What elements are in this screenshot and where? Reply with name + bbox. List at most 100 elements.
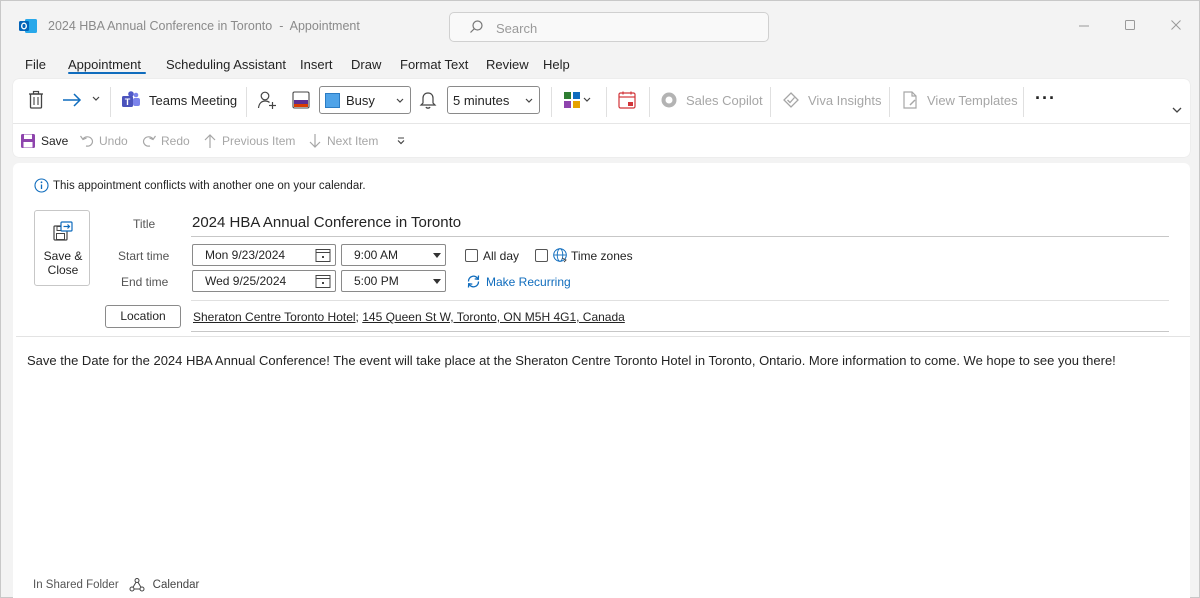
save-close-button[interactable]: Save & Close [34, 210, 90, 286]
folder-name[interactable]: Calendar [153, 579, 200, 591]
next-item-label: Next Item [327, 134, 379, 148]
redo-icon [143, 135, 156, 147]
search-box[interactable]: Search [449, 12, 769, 42]
save-label: Save [41, 134, 69, 148]
ribbon-separator [770, 87, 771, 117]
conflict-infobar: This appointment conflicts with another … [34, 178, 366, 193]
save-close-icon [53, 221, 73, 241]
teams-meeting-label: Teams Meeting [149, 92, 238, 108]
close-button[interactable] [1166, 15, 1186, 35]
invite-attendees-button[interactable] [257, 90, 277, 110]
globe-icon [553, 248, 567, 263]
apps-grid-icon [564, 92, 591, 108]
ribbon-divider [13, 123, 1190, 124]
menu-review[interactable]: Review [486, 57, 529, 72]
recurring-icon [467, 275, 480, 288]
location-name-link[interactable]: Sheraton Centre Toronto Hotel [193, 310, 356, 324]
previous-item-button[interactable]: Previous Item [203, 133, 295, 149]
location-input[interactable]: Sheraton Centre Toronto Hotel; 145 Queen… [193, 310, 625, 324]
categorize-button[interactable] [292, 91, 310, 109]
view-templates-button[interactable]: View Templates [901, 90, 1018, 110]
sales-copilot-button[interactable]: Sales Copilot [660, 91, 763, 109]
save-button[interactable]: Save [20, 133, 68, 149]
maximize-button[interactable] [1120, 15, 1140, 35]
save-close-label: Save & Close [35, 249, 91, 277]
outlook-appointment-window: 2024 HBA Annual Conference in Toronto - … [0, 0, 1200, 598]
forward-dropdown[interactable] [91, 95, 101, 103]
bell-icon [419, 92, 437, 109]
redo-button[interactable]: Redo [141, 133, 190, 149]
search-placeholder: Search [496, 21, 538, 36]
arrow-right-icon [63, 93, 82, 107]
ribbon-separator [889, 87, 890, 117]
calendar-icon [315, 275, 331, 288]
busy-swatch [325, 92, 340, 108]
calendar-icon [315, 249, 331, 262]
start-time-label: Start time [118, 249, 170, 263]
expand-ribbon-button[interactable] [1171, 105, 1183, 115]
color-swatch-icon [292, 91, 310, 109]
ribbon-separator [110, 87, 111, 117]
arrow-down-icon [309, 134, 321, 148]
title-bar: 2024 HBA Annual Conference in Toronto - … [1, 1, 1200, 51]
minimize-button[interactable] [1074, 15, 1094, 35]
time-zones-checkbox[interactable] [535, 249, 548, 262]
location-divider [191, 300, 1169, 301]
title-label: Title [133, 217, 156, 231]
save-close-line2: Close [47, 263, 79, 277]
start-time-dropdown[interactable]: 9:00 AM [341, 244, 446, 266]
show-as-dropdown[interactable]: Busy [319, 86, 411, 114]
reminder-dropdown[interactable]: 5 minutes [447, 86, 540, 114]
menu-scheduling-assistant[interactable]: Scheduling Assistant [166, 57, 286, 72]
search-icon [468, 19, 484, 35]
ribbon-separator [649, 87, 650, 117]
ribbon-separator [246, 87, 247, 117]
conflict-message: This appointment conflicts with another … [53, 179, 366, 192]
end-date-value: Wed 9/25/2024 [205, 274, 287, 288]
calendar-icon [618, 91, 636, 109]
undo-icon [80, 135, 93, 147]
undo-button[interactable]: Undo [79, 133, 128, 149]
reminder-value: 5 minutes [453, 92, 510, 108]
ribbon-separator [606, 87, 607, 117]
make-recurring-button[interactable]: Make Recurring [466, 274, 571, 289]
customize-quick-access-button[interactable] [396, 137, 406, 145]
ribbon-separator [551, 87, 552, 117]
view-templates-label: View Templates [927, 92, 1018, 108]
teams-meeting-button[interactable]: T Teams Meeting [121, 90, 237, 110]
undo-label: Undo [99, 134, 128, 148]
location-button[interactable]: Location [105, 305, 181, 328]
viva-insights-button[interactable]: Viva Insights [782, 91, 881, 109]
body-divider [16, 336, 1190, 337]
chevron-down-icon [397, 137, 405, 145]
start-date-picker[interactable]: Mon 9/23/2024 [192, 244, 336, 266]
previous-item-label: Previous Item [222, 134, 296, 148]
trash-icon [29, 90, 43, 109]
delete-button[interactable] [27, 90, 45, 110]
apps-button[interactable] [563, 91, 593, 109]
appointment-body[interactable]: Save the Date for the 2024 HBA Annual Co… [27, 353, 1116, 368]
end-time-value: 5:00 PM [354, 274, 399, 288]
menu-insert[interactable]: Insert [300, 57, 333, 72]
more-options-button[interactable]: ··· [1035, 88, 1056, 109]
forward-button[interactable] [61, 90, 83, 110]
all-day-label: All day [483, 249, 520, 263]
scheduling-poll-button[interactable] [617, 90, 637, 110]
menu-format-text[interactable]: Format Text [400, 57, 468, 72]
save-icon [21, 134, 35, 148]
start-time-value: 9:00 AM [354, 248, 399, 262]
all-day-checkbox[interactable] [465, 249, 478, 262]
location-address-link[interactable]: 145 Queen St W, Toronto, ON M5H 4G1, Can… [362, 310, 625, 324]
end-date-picker[interactable]: Wed 9/25/2024 [192, 270, 336, 292]
menu-file[interactable]: File [25, 57, 46, 72]
window-title-main: 2024 HBA Annual Conference in Toronto [48, 19, 273, 33]
menu-draw[interactable]: Draw [351, 57, 381, 72]
start-date-value: Mon 9/23/2024 [205, 248, 286, 262]
title-input[interactable]: 2024 HBA Annual Conference in Toronto [191, 213, 1169, 237]
menu-help[interactable]: Help [543, 57, 570, 72]
arrow-up-icon [204, 134, 216, 148]
menu-appointment[interactable]: Appointment [68, 57, 141, 72]
next-item-button[interactable]: Next Item [308, 133, 378, 149]
end-time-dropdown[interactable]: 5:00 PM [341, 270, 446, 292]
caret-down-icon [433, 279, 441, 284]
